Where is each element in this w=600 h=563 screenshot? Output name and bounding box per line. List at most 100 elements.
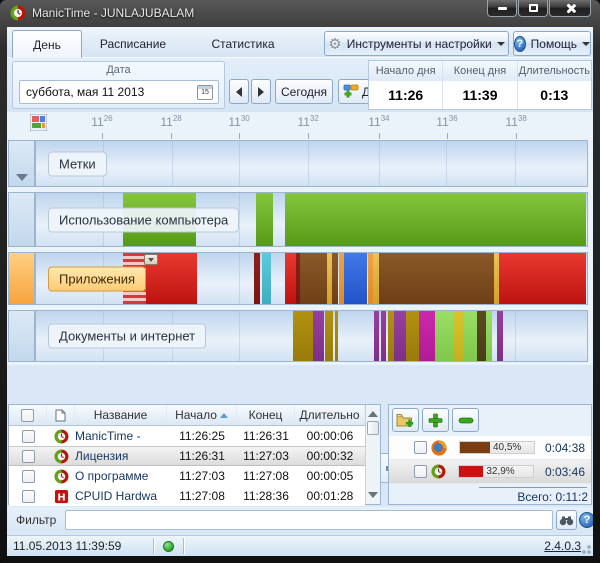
activity-segment[interactable] [293, 311, 313, 361]
row-gutter[interactable] [8, 140, 35, 187]
row-checkbox[interactable] [22, 470, 35, 483]
previous-day-button[interactable] [229, 79, 249, 104]
row-checkbox[interactable] [22, 450, 35, 463]
status-separator [183, 538, 184, 554]
collapse-arrow-icon[interactable] [16, 174, 28, 181]
column-header-start[interactable]: Начало [167, 405, 237, 425]
activity-segment[interactable] [332, 253, 339, 304]
activity-segment[interactable] [256, 193, 273, 246]
scroll-down-icon[interactable] [368, 492, 378, 498]
activity-segment[interactable] [374, 311, 379, 361]
title-bar[interactable]: ManicTime - JUNLAJUBALAM [0, 0, 600, 27]
row-checkbox-cell[interactable] [9, 450, 47, 463]
row-gutter[interactable] [8, 192, 35, 247]
activity-segment[interactable] [285, 193, 586, 246]
row-checkbox[interactable] [414, 465, 427, 478]
row-gutter[interactable] [8, 310, 35, 362]
minimize-button[interactable] [487, 0, 517, 17]
tab-day[interactable]: День [12, 30, 82, 58]
activity-segment[interactable] [464, 311, 477, 361]
row-checkbox[interactable] [414, 441, 427, 454]
search-button[interactable] [556, 510, 577, 530]
maximize-icon [529, 4, 538, 12]
select-all-checkbox[interactable] [21, 409, 34, 422]
resize-grip[interactable] [579, 542, 591, 554]
activity-segment[interactable] [486, 311, 492, 361]
activity-segment[interactable] [285, 253, 295, 304]
row-label-applications[interactable]: Приложения [48, 266, 146, 291]
activity-segment[interactable] [344, 253, 367, 304]
table-row[interactable]: ManicTime -11:26:2511:26:3100:00:06 [9, 426, 365, 446]
segment-dropdown-icon[interactable] [144, 254, 158, 265]
row-track[interactable]: Метки [35, 140, 588, 187]
tools-settings-button[interactable]: ⚙ Инструменты и настройки [324, 31, 509, 56]
remove-button[interactable] [452, 408, 479, 432]
activity-segment[interactable] [262, 253, 271, 304]
activity-segment[interactable] [300, 253, 326, 304]
activity-segment[interactable] [454, 311, 464, 361]
filter-help-icon[interactable]: ? [579, 512, 593, 528]
activity-segment[interactable] [381, 311, 385, 361]
row-checkbox-cell[interactable] [9, 490, 47, 503]
row-track[interactable]: Приложения [35, 252, 588, 305]
activity-segment[interactable] [419, 311, 435, 361]
activity-segment[interactable] [335, 311, 338, 361]
row-label-computer-usage[interactable]: Использование компьютера [48, 207, 239, 232]
scroll-up-icon[interactable] [368, 411, 378, 417]
row-checkbox-cell[interactable] [9, 470, 47, 483]
summary-total: Всего: 0:11:2 [517, 490, 588, 504]
activity-segment[interactable] [497, 311, 503, 361]
filter-input[interactable] [65, 510, 553, 530]
timeline-row-applications[interactable]: Приложения [8, 252, 588, 305]
row-checkbox[interactable] [22, 490, 35, 503]
tab-statistics[interactable]: Статистика [184, 30, 302, 58]
column-header-duration[interactable]: Длительно [295, 405, 365, 425]
summary-time: 0:03:46 [545, 465, 585, 479]
activity-segment[interactable] [254, 253, 260, 304]
activity-segment[interactable] [325, 311, 333, 361]
activity-segment[interactable] [435, 311, 454, 361]
activity-segment[interactable] [499, 253, 586, 304]
tick-label: 1134 [368, 114, 389, 129]
table-row[interactable]: HCPUID Hardwa11:27:0811:28:3600:01:28 [9, 486, 365, 506]
calendar-icon[interactable]: 15 [197, 85, 213, 100]
timeline-row-tags[interactable]: Метки [8, 140, 588, 187]
row-label-documents[interactable]: Документы и интернет [48, 324, 206, 349]
row-checkbox[interactable] [22, 430, 35, 443]
date-picker-input[interactable]: суббота, мая 11 2013 15 [19, 80, 219, 104]
summary-row[interactable]: 32,9% 0:03:46 [389, 460, 591, 484]
percent-label: 32,9% [486, 466, 514, 477]
timeline-row-computer-usage[interactable]: Использование компьютера [8, 192, 588, 247]
timeline-row-documents[interactable]: Документы и интернет [8, 310, 588, 362]
row-track[interactable]: Использование компьютера [35, 192, 588, 247]
tab-schedule[interactable]: Расписание [82, 30, 184, 58]
version-link[interactable]: 2.4.0.3 [544, 539, 581, 553]
add-button[interactable] [422, 408, 449, 432]
scroll-thumb[interactable] [367, 421, 379, 435]
column-header-end[interactable]: Конец [237, 405, 295, 425]
row-gutter[interactable] [8, 252, 35, 305]
header-checkbox-cell[interactable] [9, 405, 47, 425]
table-row[interactable]: Лицензия11:26:3111:27:0300:00:32 [9, 446, 365, 466]
activity-segment[interactable] [394, 311, 406, 361]
group-add-button[interactable] [392, 408, 419, 432]
close-button[interactable] [549, 0, 591, 17]
row-name: CPUID Hardwa [75, 489, 167, 503]
column-header-name[interactable]: Название [75, 405, 167, 425]
help-button[interactable]: ? Помощь [513, 31, 591, 56]
tick-mark [379, 133, 380, 139]
table-scrollbar[interactable] [365, 405, 380, 504]
activity-segment[interactable] [313, 311, 324, 361]
row-track[interactable]: Документы и интернет [35, 310, 588, 362]
next-day-button[interactable] [251, 79, 271, 104]
row-label-tags[interactable]: Метки [48, 151, 107, 176]
activity-segment[interactable] [379, 253, 495, 304]
header-icon-cell[interactable] [47, 405, 75, 425]
table-row[interactable]: О программе11:27:0311:27:0800:00:05 [9, 466, 365, 486]
activity-segment[interactable] [477, 311, 486, 361]
today-button[interactable]: Сегодня [275, 79, 333, 104]
summary-row[interactable]: 40,5%0:04:38 [389, 436, 591, 460]
row-checkbox-cell[interactable] [9, 430, 47, 443]
activity-segment[interactable] [406, 311, 419, 361]
maximize-button[interactable] [518, 0, 548, 17]
